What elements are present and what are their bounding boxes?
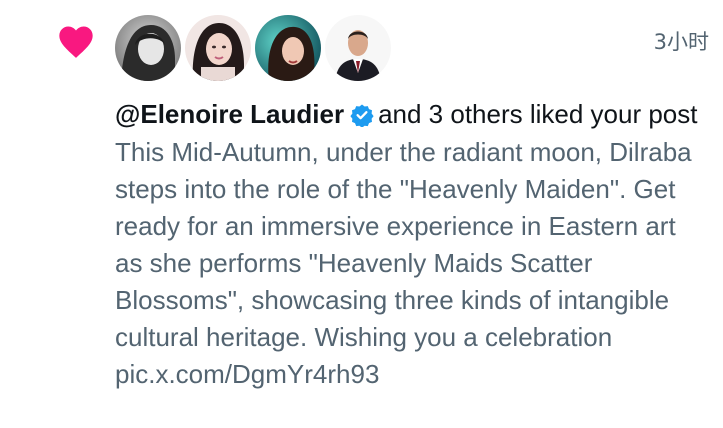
verified-badge-icon <box>350 104 374 127</box>
notification-action-text: and 3 others liked your post <box>378 99 698 129</box>
avatar[interactable] <box>255 15 321 81</box>
heart-icon <box>59 26 93 58</box>
post-preview-text[interactable]: This Mid-Autumn, under the radiant moon,… <box>115 134 707 393</box>
username-link[interactable]: @Elenoire Laudier <box>115 99 344 129</box>
avatar[interactable] <box>115 15 181 81</box>
avatar[interactable] <box>325 15 391 81</box>
notification-body: @Elenoire Laudier and 3 others liked you… <box>115 96 707 393</box>
notification-headline: @Elenoire Laudier and 3 others liked you… <box>115 96 707 132</box>
liker-avatars <box>115 15 391 81</box>
like-notification[interactable]: 3小时 @Elenoire Laudier and 3 others liked… <box>0 0 723 428</box>
timestamp: 3小时 <box>653 30 709 54</box>
avatar[interactable] <box>185 15 251 81</box>
